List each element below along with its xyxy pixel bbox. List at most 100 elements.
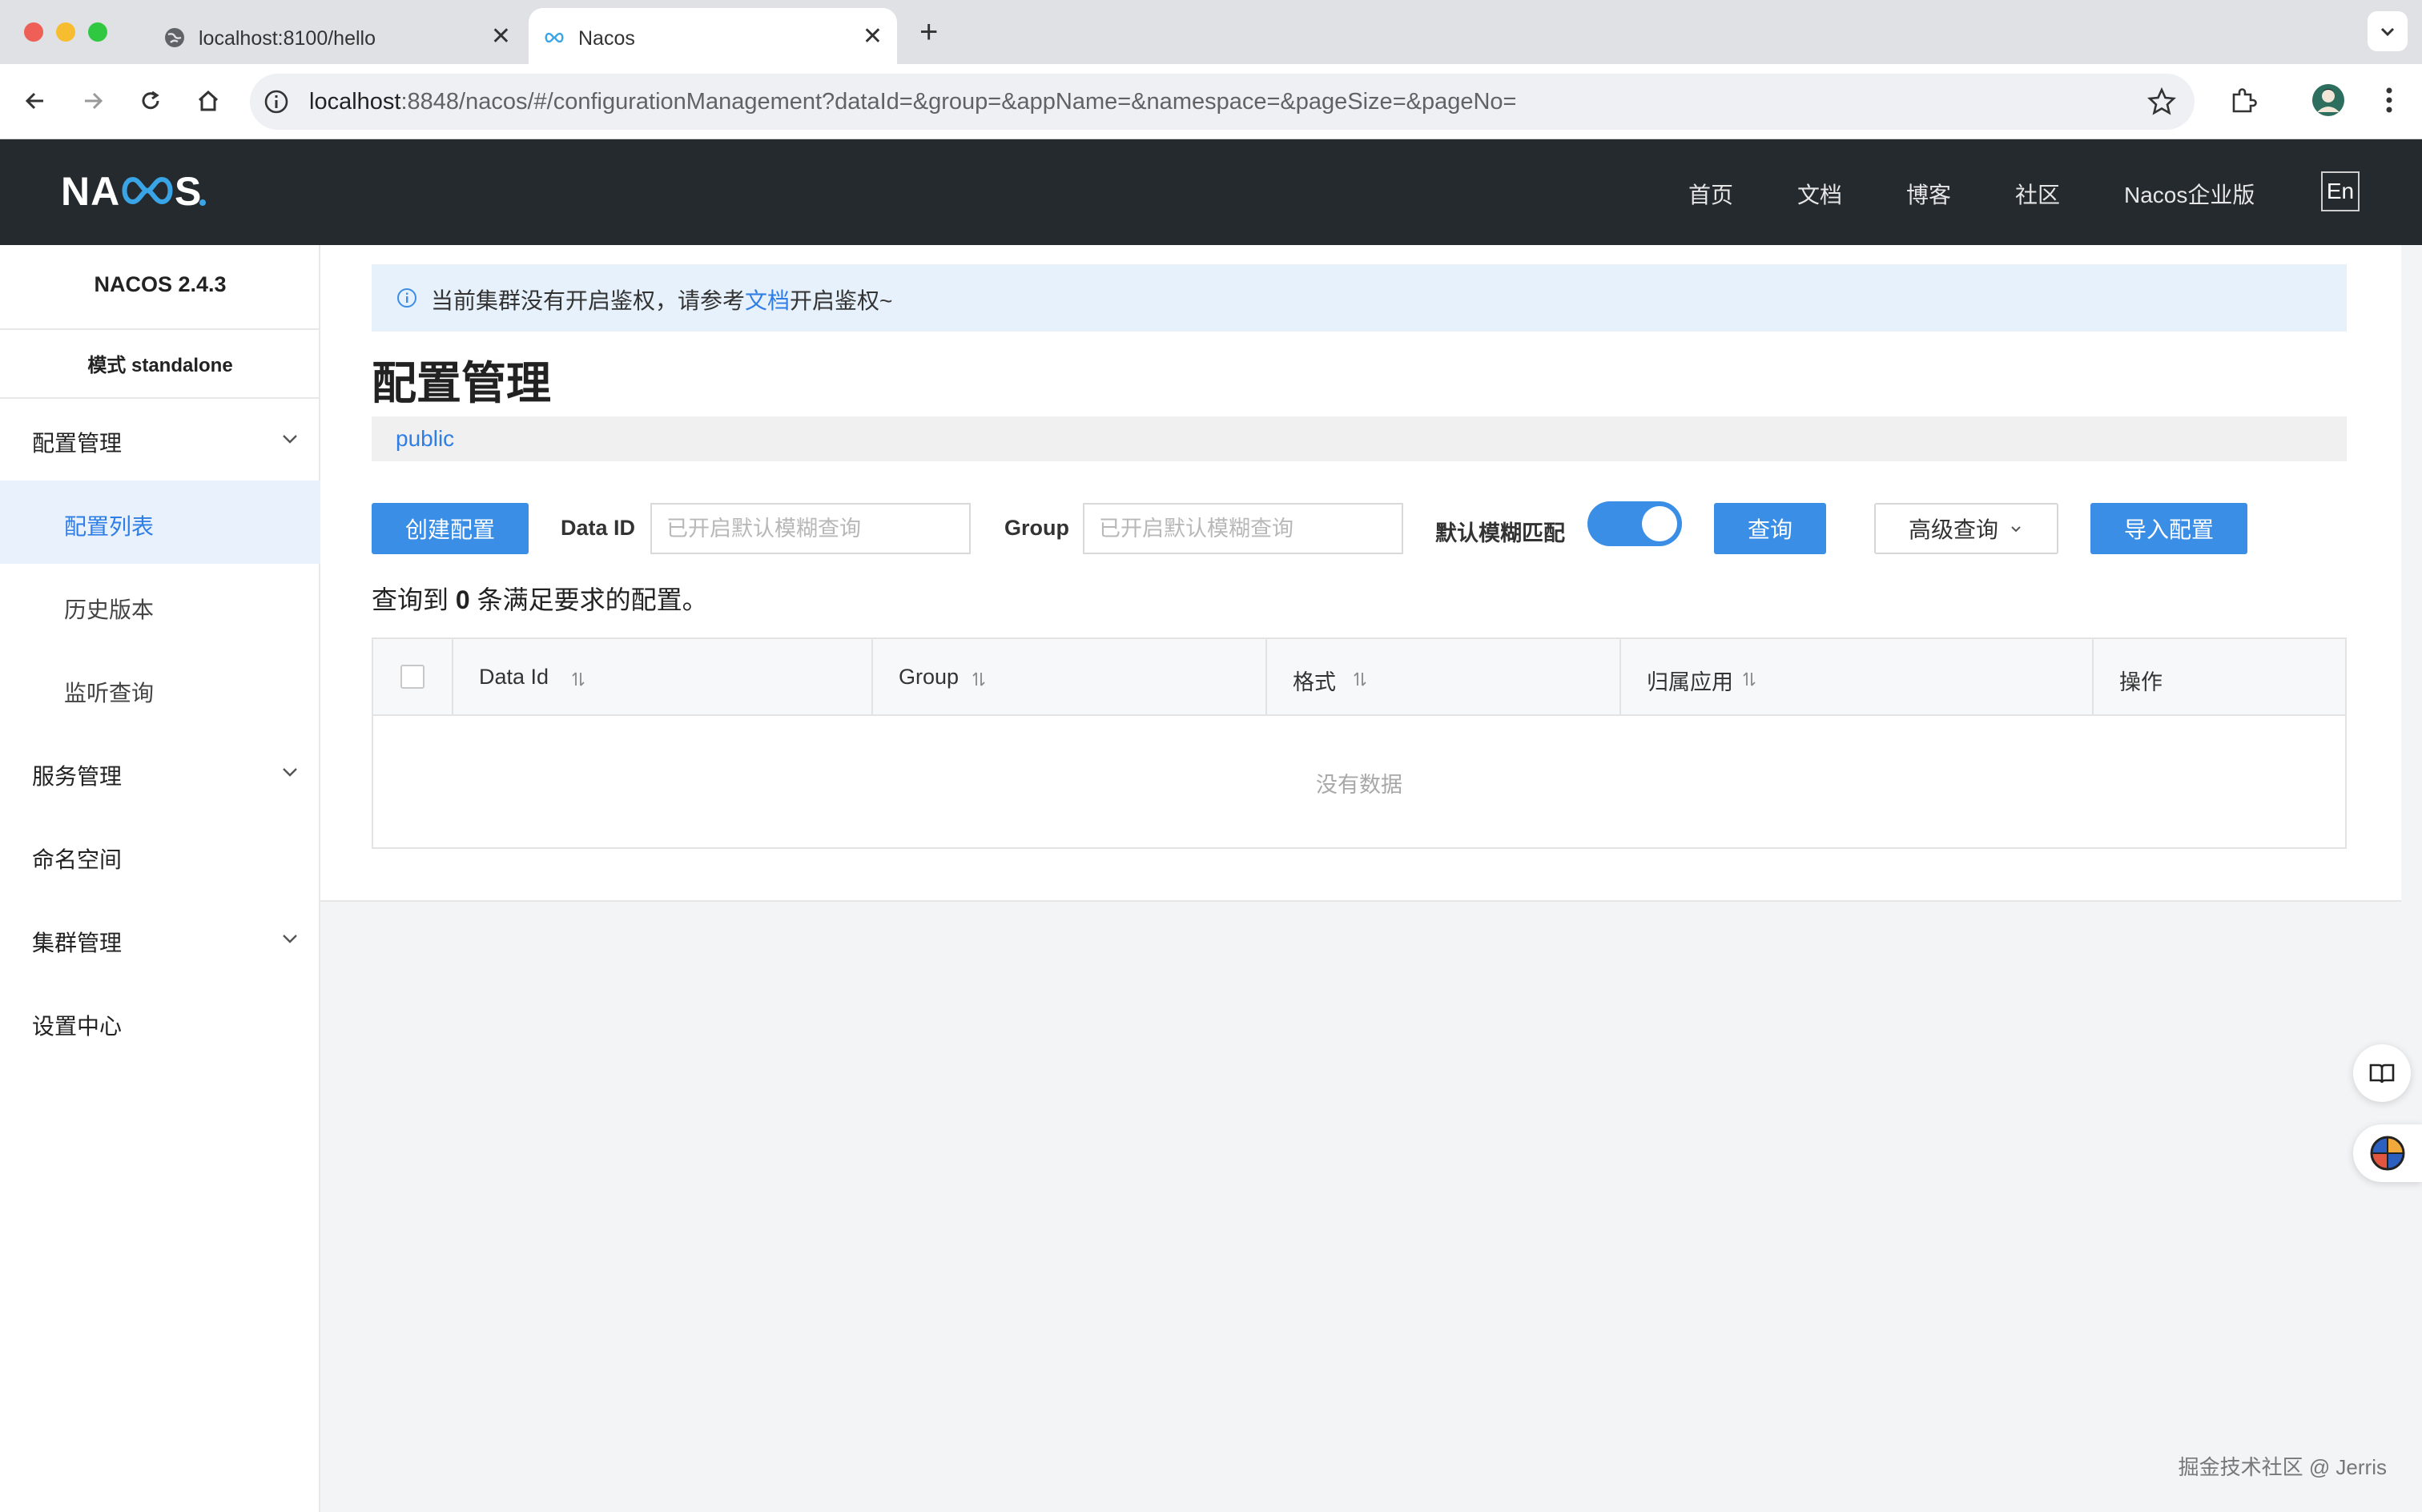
- column-header-label: 归属应用: [1647, 670, 1733, 694]
- advanced-query-label: 高级查询: [1908, 517, 1998, 542]
- column-actions: 操作: [2094, 639, 2345, 716]
- column-format[interactable]: 格式: [1267, 639, 1621, 716]
- sidebar-item-label: 命名空间: [32, 847, 123, 872]
- reload-icon: [142, 90, 159, 110]
- new-tab-button[interactable]: +: [919, 14, 938, 50]
- forward-button[interactable]: [75, 83, 111, 119]
- chevron-down-icon: [283, 935, 297, 943]
- sidebar-item-config-management[interactable]: 配置管理: [0, 397, 320, 481]
- sort-icon[interactable]: [1741, 670, 1757, 689]
- notice-text-before: 当前集群没有开启鉴权，请参考: [431, 288, 746, 313]
- close-tab-icon[interactable]: ✕: [863, 22, 883, 50]
- group-input[interactable]: [1083, 503, 1403, 554]
- sort-icon[interactable]: [971, 670, 987, 689]
- data-id-input[interactable]: [650, 503, 971, 554]
- result-summary: 查询到 0 条满足要求的配置。: [372, 580, 708, 617]
- create-config-button[interactable]: 创建配置: [372, 503, 529, 554]
- chevron-down-icon: [2380, 27, 2395, 37]
- minimize-window-button[interactable]: [56, 22, 75, 42]
- tab-title: localhost:8100/hello: [199, 27, 376, 50]
- sort-icon[interactable]: [570, 670, 586, 689]
- nav-blog[interactable]: 博客: [1906, 178, 1951, 210]
- sort-icon[interactable]: [1352, 670, 1368, 689]
- sidebar-item-config-list[interactable]: 配置列表: [0, 481, 320, 564]
- nacos-favicon-icon: [545, 32, 564, 43]
- nav-home[interactable]: 首页: [1688, 178, 1733, 210]
- sidebar-item-label: 集群管理: [32, 931, 123, 955]
- tab-search-button[interactable]: [2368, 11, 2408, 51]
- sidebar-item-namespace[interactable]: 命名空间: [0, 814, 320, 897]
- nav-docs[interactable]: 文档: [1797, 178, 1842, 210]
- bookmark-star-icon[interactable]: [2146, 86, 2177, 117]
- watermark: 掘金技术社区 @ Jerris: [2178, 1455, 2387, 1479]
- sidebar-item-service-management[interactable]: 服务管理: [0, 730, 320, 814]
- site-info-icon[interactable]: [263, 88, 290, 115]
- nav-community[interactable]: 社区: [2015, 178, 2060, 210]
- version-label: NACOS 2.4.3: [94, 272, 227, 296]
- notice-text-after: 开启鉴权~: [790, 288, 893, 313]
- sidebar-item-label: 配置管理: [32, 431, 123, 456]
- language-toggle-button[interactable]: En: [2321, 171, 2360, 211]
- column-group[interactable]: Group: [873, 639, 1267, 716]
- url-text[interactable]: localhost:8848/nacos/#/configurationMana…: [309, 89, 1517, 115]
- sidebar: NACOS 2.4.3 模式 standalone 配置管理 配置列表 历史版本…: [0, 245, 320, 1512]
- notice-text: 当前集群没有开启鉴权，请参考文档开启鉴权~: [431, 284, 892, 316]
- info-icon: [397, 288, 416, 308]
- maximize-window-button[interactable]: [88, 22, 107, 42]
- column-header-label: Data Id: [479, 665, 549, 689]
- import-config-button[interactable]: 导入配置: [2090, 503, 2247, 554]
- data-id-label: Data ID: [561, 516, 636, 540]
- app-header: NA S 首页 文档 博客 社区 Nacos企业版 En: [0, 139, 2422, 245]
- sidebar-item-settings[interactable]: 设置中心: [0, 980, 320, 1064]
- address-bar[interactable]: localhost:8848/nacos/#/configurationMana…: [250, 74, 2195, 130]
- sidebar-item-cluster-management[interactable]: 集群管理: [0, 897, 320, 980]
- select-all-cell: [373, 639, 453, 716]
- globe-logo-icon: [2370, 1136, 2405, 1171]
- chevron-down-icon: [2011, 526, 2021, 533]
- divider: [0, 328, 320, 330]
- profile-avatar[interactable]: [2310, 82, 2347, 119]
- close-tab-icon[interactable]: ✕: [491, 22, 511, 50]
- sidebar-item-label: 设置中心: [32, 1014, 123, 1039]
- mode-label: 模式 standalone: [87, 355, 233, 376]
- select-all-checkbox[interactable]: [400, 665, 424, 689]
- fuzzy-match-toggle[interactable]: [1587, 501, 1682, 546]
- url-path: :8848/nacos/#/configurationManagement?da…: [400, 89, 1517, 115]
- nacos-logo[interactable]: NA S: [61, 167, 237, 215]
- more-vertical-icon: [2386, 87, 2392, 113]
- namespace-public[interactable]: public: [396, 426, 454, 452]
- sidebar-item-label: 历史版本: [64, 597, 155, 622]
- sidebar-item-listener-query[interactable]: 监听查询: [0, 647, 320, 730]
- globe-icon: [165, 28, 184, 47]
- url-host: localhost: [309, 89, 401, 115]
- result-prefix: 查询到: [372, 585, 449, 614]
- home-button[interactable]: [191, 83, 226, 119]
- arrow-left-icon: [25, 92, 43, 110]
- column-header-label: 格式: [1293, 670, 1336, 694]
- back-button[interactable]: [18, 83, 53, 119]
- sidebar-item-label: 配置列表: [64, 514, 155, 539]
- tab-title: Nacos: [578, 27, 635, 50]
- docs-float-button[interactable]: [2353, 1044, 2411, 1102]
- assistant-float-button[interactable]: [2353, 1124, 2422, 1182]
- browser-tab-hello[interactable]: localhost:8100/hello ✕: [149, 8, 525, 64]
- column-data-id[interactable]: Data Id: [453, 639, 873, 716]
- nav-enterprise[interactable]: Nacos企业版: [2124, 178, 2255, 210]
- page-title: 配置管理: [372, 358, 551, 408]
- docs-link[interactable]: 文档: [745, 288, 790, 313]
- sidebar-item-history[interactable]: 历史版本: [0, 564, 320, 647]
- advanced-query-button[interactable]: 高级查询: [1874, 503, 2058, 554]
- column-app[interactable]: 归属应用: [1621, 639, 2094, 716]
- search-button[interactable]: 查询: [1714, 503, 1826, 554]
- close-window-button[interactable]: [24, 22, 43, 42]
- browser-tab-nacos[interactable]: Nacos ✕: [529, 8, 897, 64]
- avatar-icon: [2312, 84, 2344, 116]
- sidebar-item-label: 监听查询: [64, 681, 155, 706]
- book-icon: [2369, 1064, 2395, 1084]
- reload-button[interactable]: [133, 83, 168, 119]
- svg-text:NA: NA: [61, 169, 120, 214]
- namespace-bar: public: [372, 416, 2347, 461]
- sidebar-item-label: 服务管理: [32, 764, 123, 789]
- extensions-button[interactable]: [2225, 82, 2262, 119]
- browser-menu-button[interactable]: [2371, 82, 2408, 119]
